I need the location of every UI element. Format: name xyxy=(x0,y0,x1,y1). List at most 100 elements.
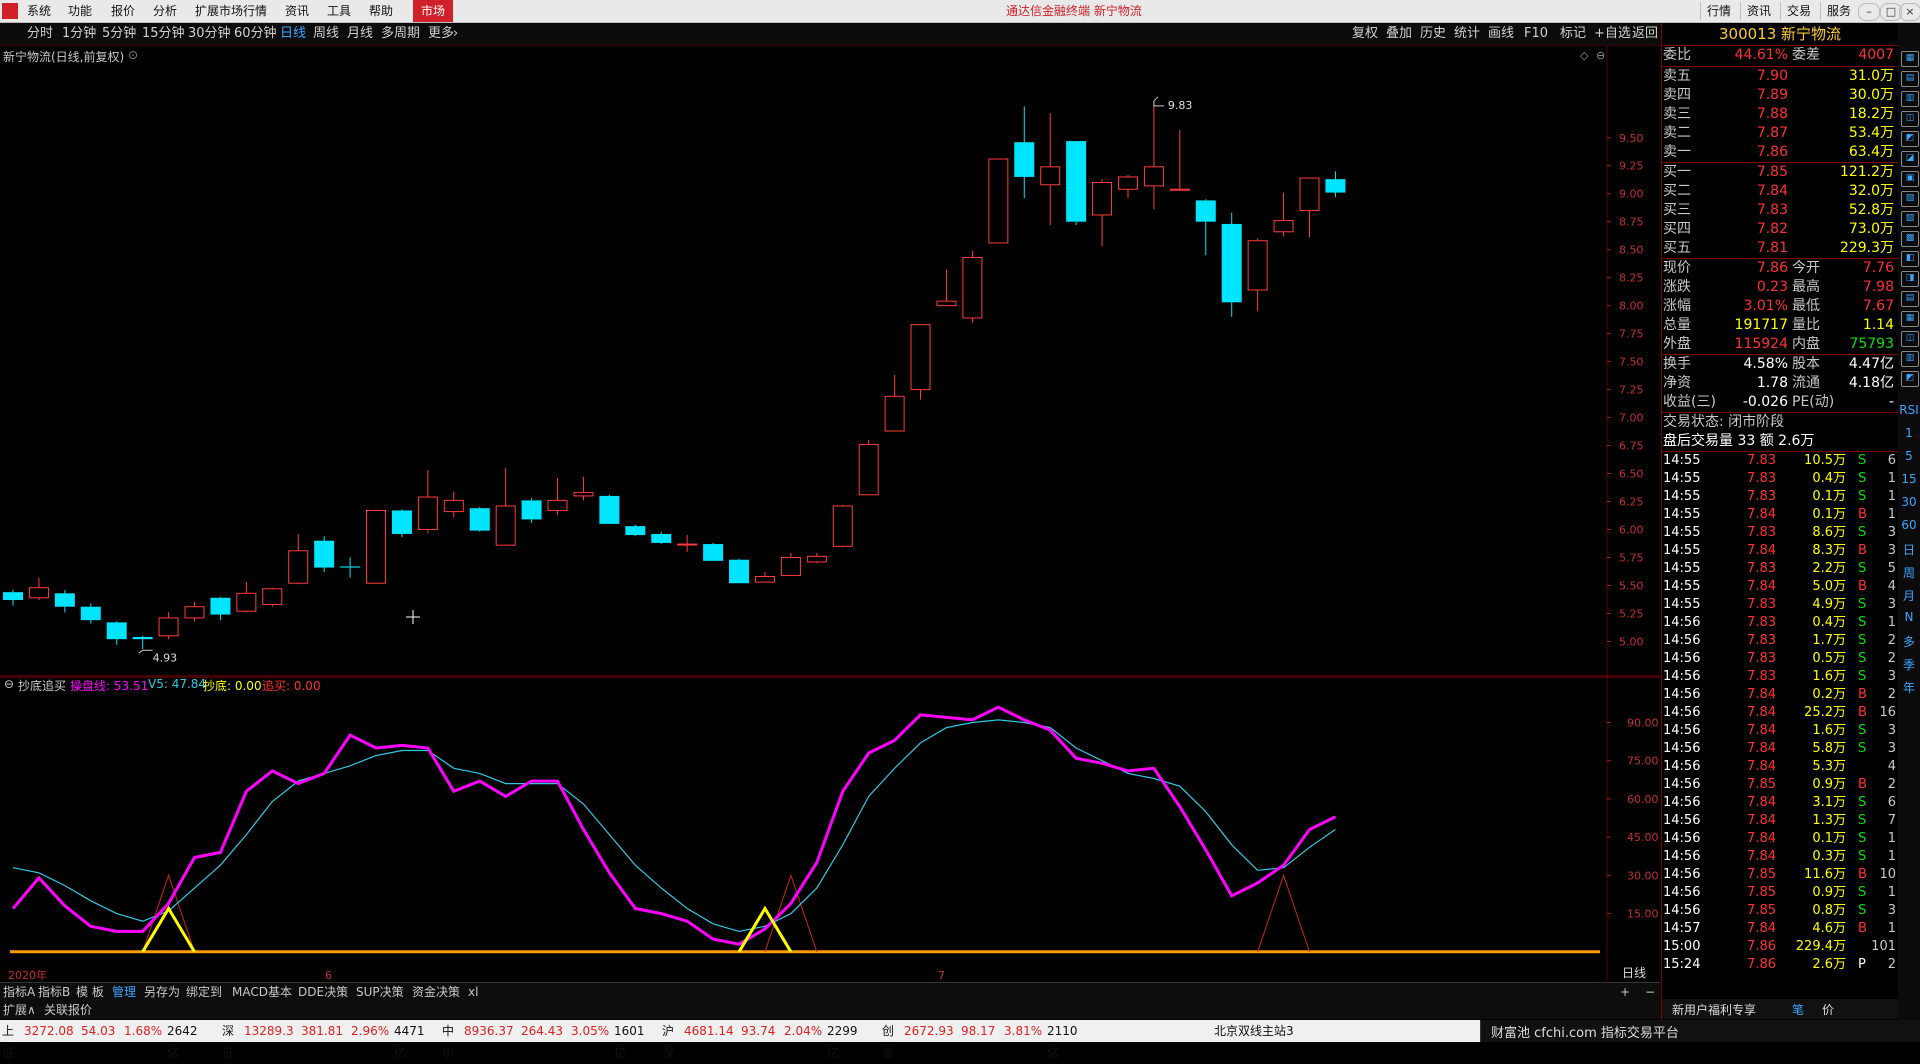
tab-capital[interactable]: 资金决策 xyxy=(412,983,460,1001)
period-5min[interactable]: 5分钟 xyxy=(102,23,136,45)
period-shortcut[interactable]: 5 xyxy=(1898,449,1920,463)
tool-icon[interactable]: ▧ xyxy=(1901,191,1919,207)
tool-draw[interactable]: 画线 xyxy=(1488,23,1514,45)
ask-row[interactable]: 卖一 7.86 63.4万 xyxy=(1662,143,1898,162)
tool-icon[interactable]: ◩ xyxy=(1901,371,1919,387)
tool-f10[interactable]: F10 xyxy=(1524,23,1548,45)
tool-icon[interactable]: ◫ xyxy=(1901,331,1919,347)
top-btn-trade[interactable]: 交易 xyxy=(1780,2,1817,20)
tool-icon[interactable]: ◫ xyxy=(1901,111,1919,127)
menu-system[interactable]: 系统 xyxy=(27,0,51,22)
main-kline-chart[interactable]: 新宁物流(日线,前复权) ⊙ 9.50 9.25 9.00 8.75 8.50 8.25 8… xyxy=(0,45,1660,677)
tool-icon[interactable]: ▣ xyxy=(1901,171,1919,187)
quote-link[interactable]: 新用户福利专享 xyxy=(1672,1001,1756,1018)
server-name[interactable]: 北京双线主站3 xyxy=(1214,1020,1294,1042)
menu-info[interactable]: 资讯 xyxy=(285,0,309,22)
period-1min[interactable]: 1分钟 xyxy=(62,23,96,45)
period-shortcut[interactable]: 1 xyxy=(1898,426,1920,440)
tool-icon[interactable]: ▤ xyxy=(1901,71,1919,87)
period-multi[interactable]: 多周期 xyxy=(381,23,420,45)
bid-row[interactable]: 买一 7.85 121.2万 xyxy=(1662,163,1898,182)
tool-icon[interactable]: ▥ xyxy=(1901,351,1919,367)
tool-icon[interactable]: ▨ xyxy=(1901,211,1919,227)
tab-macd[interactable]: MACD基本 xyxy=(232,983,292,1001)
period-shortcut[interactable]: N xyxy=(1898,610,1920,624)
ask-row[interactable]: 卖四 7.89 30.0万 xyxy=(1662,86,1898,105)
zoom-out-icon[interactable]: − xyxy=(1645,983,1655,1001)
tool-icon[interactable]: ◧ xyxy=(1901,251,1919,267)
period-shortcut[interactable]: 年 xyxy=(1898,679,1920,696)
period-shortcut[interactable]: 60 xyxy=(1898,518,1920,532)
period-shortcut[interactable]: RSI xyxy=(1898,403,1920,417)
tab-save-as[interactable]: 另存为 xyxy=(144,983,180,1001)
tool-icon[interactable]: ▦ xyxy=(1901,51,1919,67)
tab-indicator-a[interactable]: 指标A xyxy=(3,983,35,1001)
tab-template[interactable]: 模 板 xyxy=(76,983,104,1001)
indicator-chart[interactable]: 90.00 75.00 60.00 45.00 30.00 15.00 2020年 6 7 日线 … xyxy=(0,677,1660,982)
tool-icon[interactable]: ◪ xyxy=(1901,151,1919,167)
tab-manage[interactable]: 管理 xyxy=(112,983,136,1001)
bid-row[interactable]: 买二 7.84 32.0万 xyxy=(1662,182,1898,201)
period-daily[interactable]: 日线 xyxy=(280,23,306,45)
ask-row[interactable]: 卖五 7.90 31.0万 xyxy=(1662,67,1898,86)
menu-extended-market[interactable]: 扩展市场行情 xyxy=(195,0,267,22)
tab-xl[interactable]: xl xyxy=(468,983,478,1001)
menu-help[interactable]: 帮助 xyxy=(369,0,393,22)
tool-icon[interactable]: ◨ xyxy=(1901,271,1919,287)
menu-tools[interactable]: 工具 xyxy=(327,0,351,22)
bid-row[interactable]: 买四 7.82 73.0万 xyxy=(1662,220,1898,239)
tool-mark[interactable]: 标记 xyxy=(1560,23,1586,45)
ask-row[interactable]: 卖三 7.88 18.2万 xyxy=(1662,105,1898,124)
period-shortcut[interactable]: 多 xyxy=(1898,633,1920,650)
tool-icon[interactable]: ▦ xyxy=(1901,311,1919,327)
tick-count: 7 xyxy=(1887,813,1896,828)
tab-dde[interactable]: DDE决策 xyxy=(298,983,348,1001)
period-shortcut[interactable]: 周 xyxy=(1898,564,1920,581)
tool-icon[interactable]: ▩ xyxy=(1901,231,1919,247)
period-monthly[interactable]: 月线 xyxy=(347,23,373,45)
close-icon[interactable]: × xyxy=(1899,3,1920,21)
top-btn-service[interactable]: 服务 xyxy=(1820,2,1857,20)
tab-sup[interactable]: SUP决策 xyxy=(356,983,404,1001)
period-more[interactable]: 更多 xyxy=(428,23,454,45)
extension-toggle[interactable]: 扩展∧ xyxy=(3,1001,36,1019)
period-shortcut[interactable]: 季 xyxy=(1898,656,1920,673)
minimize-icon[interactable]: – xyxy=(1858,3,1880,21)
quote-link[interactable]: 笔 xyxy=(1792,1001,1804,1018)
period-shortcut[interactable]: 15 xyxy=(1898,472,1920,486)
period-15min[interactable]: 15分钟 xyxy=(142,23,185,45)
tool-overlay[interactable]: 叠加 xyxy=(1386,23,1412,45)
tick-volume: 11.6万 xyxy=(1804,867,1846,882)
period-shortcut[interactable]: 30 xyxy=(1898,495,1920,509)
bid-row[interactable]: 买三 7.83 52.8万 xyxy=(1662,201,1898,220)
period-timeshare[interactable]: 分时 xyxy=(27,23,53,45)
tab-indicator-b[interactable]: 指标B xyxy=(38,983,70,1001)
tab-bind-to[interactable]: 绑定到 xyxy=(186,983,222,1001)
top-btn-quote[interactable]: 行情 xyxy=(1700,2,1737,20)
menu-function[interactable]: 功能 xyxy=(68,0,92,22)
zoom-in-icon[interactable]: + xyxy=(1620,983,1630,1001)
tool-icon[interactable]: ◩ xyxy=(1901,131,1919,147)
tool-icon[interactable]: ▤ xyxy=(1901,291,1919,307)
tool-back[interactable]: 返回 xyxy=(1632,23,1658,45)
tool-icon[interactable]: ▥ xyxy=(1901,91,1919,107)
indicator-toggle-icon[interactable]: ⊖ xyxy=(4,677,14,691)
menu-quote[interactable]: 报价 xyxy=(111,0,135,22)
period-shortcut[interactable]: 日 xyxy=(1898,541,1920,558)
period-30min[interactable]: 30分钟 xyxy=(188,23,231,45)
quote-link[interactable]: 价 xyxy=(1822,1001,1834,1018)
tool-history[interactable]: 历史 xyxy=(1420,23,1446,45)
period-shortcut[interactable]: 月 xyxy=(1898,587,1920,604)
tool-add-watchlist[interactable]: +自选 xyxy=(1594,23,1631,45)
period-60min[interactable]: 60分钟 xyxy=(234,23,277,45)
bid-row[interactable]: 买五 7.81 229.3万 xyxy=(1662,239,1898,258)
period-weekly[interactable]: 周线 xyxy=(313,23,339,45)
menu-market[interactable]: 市场 xyxy=(413,0,454,22)
top-btn-info[interactable]: 资讯 xyxy=(1740,2,1777,20)
tool-adjust[interactable]: 复权 xyxy=(1352,23,1378,45)
ask-row[interactable]: 卖二 7.87 53.4万 xyxy=(1662,124,1898,143)
menu-analysis[interactable]: 分析 xyxy=(153,0,177,22)
chevron-right-icon[interactable]: › xyxy=(453,23,458,45)
tool-stats[interactable]: 统计 xyxy=(1454,23,1480,45)
linked-quote-tab[interactable]: 关联报价 xyxy=(44,1001,92,1019)
